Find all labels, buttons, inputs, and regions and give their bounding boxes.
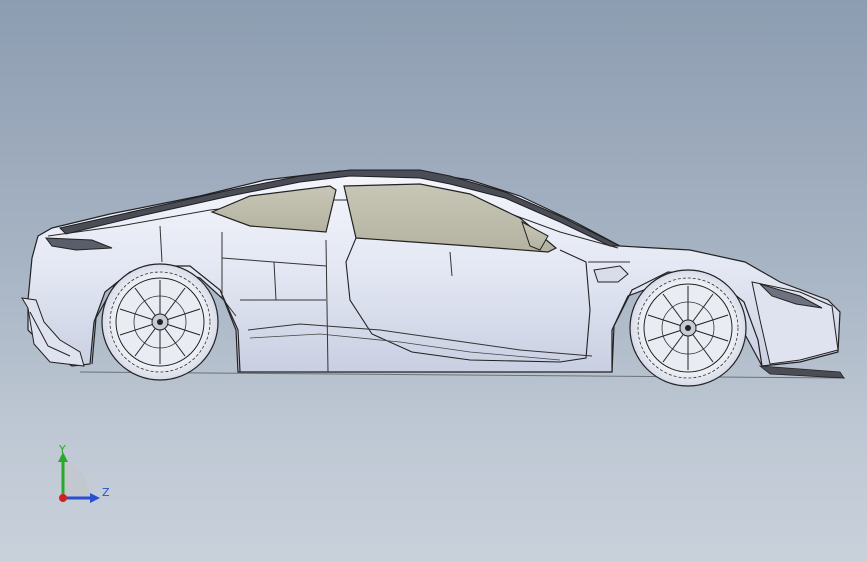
front-wheel [629,269,747,387]
car-underbody-line [79,371,846,379]
triad-z-label: Z [102,486,110,499]
graphics-viewport[interactable]: Y Z [0,0,867,562]
front-splitter [758,365,845,379]
triad-y-label: Y [59,443,66,456]
triad-plane [63,462,90,498]
rear-wheel [101,263,219,381]
triad-z-arrow [90,493,100,503]
car-model[interactable] [0,0,867,562]
triad-x-origin [59,494,67,502]
